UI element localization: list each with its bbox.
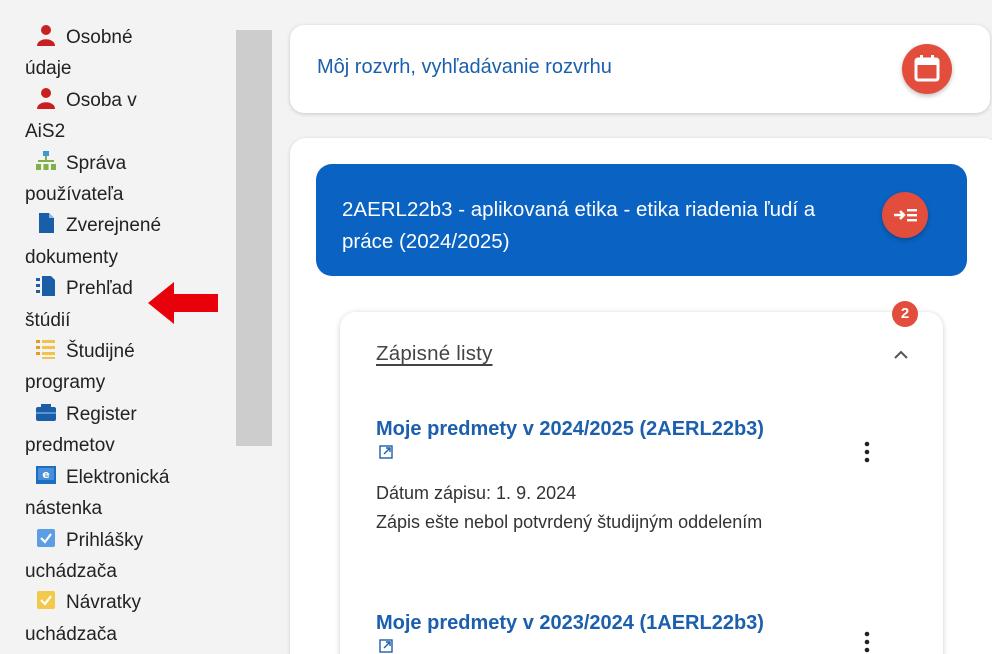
document-icon <box>39 213 54 234</box>
study-banner: 2AERL22b3 - aplikovaná etika - etika ria… <box>316 164 967 276</box>
sidebar-item-line1: Správa <box>25 148 240 179</box>
section-title-zapisne-listy[interactable]: Zápisné listy <box>376 342 493 366</box>
sidebar-item-line1: Prihlášky <box>25 525 240 556</box>
sidebar-item-label: Študijné <box>66 341 135 363</box>
more-options-icon[interactable] <box>864 440 870 464</box>
sidebar-item-label: Elektronická <box>66 466 170 488</box>
study-program-title: 2AERL22b3 - aplikovaná etika - etika ria… <box>342 198 816 253</box>
sidebar-item-label-cont: uchádzača <box>25 560 117 582</box>
sidebar-item-label-cont: predmetov <box>25 435 115 457</box>
enrollment-date: Dátum zápisu: 1. 9. 2024 <box>376 483 577 503</box>
chevron-up-icon[interactable] <box>892 348 910 360</box>
sidebar-item-label-cont: dokumenty <box>25 246 118 268</box>
sidebar-item-line1: Študijné <box>25 336 240 367</box>
count-badge: 2 <box>892 301 918 327</box>
study-overview-icon <box>36 276 55 297</box>
calendar-button[interactable] <box>902 44 952 94</box>
sidebar-item-line1: Návratky <box>25 587 240 618</box>
sidebar-item-label: Zverejnené <box>66 215 162 237</box>
sidebar-item-osobné[interactable]: Osobné údaje <box>25 22 240 85</box>
schedule-card[interactable]: Môj rozvrh, vyhľadávanie rozvrhu <box>290 25 990 113</box>
svg-text:e: e <box>42 468 49 481</box>
sidebar-item-label-cont: používateľa <box>25 184 124 206</box>
sidebar-item-elektronická[interactable]: e Elektronická nástenka <box>25 462 240 525</box>
person-icon <box>37 25 55 46</box>
sidebar-item-zverejnené[interactable]: Zverejnené dokumenty <box>25 210 240 273</box>
sidebar-item-label-cont: nástenka <box>25 498 103 520</box>
sidebar-item-label: Register <box>66 403 137 425</box>
enroll-action-button[interactable] <box>882 192 928 238</box>
more-options-icon[interactable] <box>864 630 870 654</box>
sidebar-item-line1: Osobné <box>25 22 240 53</box>
sidebar-item-label-cont: údaje <box>25 58 72 80</box>
sidebar-item-line1: e Elektronická <box>25 462 240 493</box>
sidebar-item-návratky[interactable]: Návratky uchádzača <box>25 587 240 650</box>
sidebar-item-správa[interactable]: Správa používateľa <box>25 148 240 211</box>
enrollment-link-2[interactable]: Moje predmety v 2023/2024 (1AERL22b3) <box>376 612 764 635</box>
sidebar-item-label: Správa <box>66 152 127 174</box>
schedule-link[interactable]: Môj rozvrh, vyhľadávanie rozvrhu <box>317 56 612 79</box>
sidebar-item-label: Návratky <box>66 592 141 614</box>
folder-icon <box>36 403 56 421</box>
calendar-icon <box>914 55 940 82</box>
red-arrow-icon <box>148 282 218 324</box>
sidebar-scrollbar[interactable] <box>236 30 272 446</box>
sidebar-item-label: Osoba v <box>66 89 137 111</box>
enrollment-link-1[interactable]: Moje predmety v 2024/2025 (2AERL22b3) <box>376 418 764 441</box>
sidebar-menu-list: Osobné údaje Osoba v AiS2 Správa používateľa Z… <box>25 22 240 650</box>
sidebar-item-line1: Osoba v <box>25 85 240 116</box>
e-board-icon: e <box>36 465 56 484</box>
sidebar-item-register[interactable]: Register predmetov <box>25 399 240 462</box>
sidebar-item-line1: Zverejnené <box>25 210 240 241</box>
sidebar-item-prihlášky[interactable]: Prihlášky uchádzača <box>25 525 240 588</box>
external-link-icon[interactable] <box>379 445 393 459</box>
person-icon <box>37 87 55 109</box>
external-link-icon[interactable] <box>379 639 393 653</box>
checkbox-yellow-icon <box>37 591 55 610</box>
sidebar-item-label-cont: uchádzača <box>25 623 117 645</box>
sidebar-item-line1: Register <box>25 399 240 430</box>
list-icon <box>36 340 55 360</box>
user-management-icon <box>36 150 56 170</box>
sidebar-item-label-cont: programy <box>25 372 106 394</box>
enrollment-info-1: Dátum zápisu: 1. 9. 2024 Zápis ešte nebo… <box>376 479 816 537</box>
arrow-list-icon <box>894 209 917 222</box>
sidebar-item-label: Prehľad <box>66 278 133 300</box>
sidebar-item-label: Prihlášky <box>66 529 144 551</box>
sidebar-item-študijné[interactable]: Študijné programy <box>25 336 240 399</box>
sidebar-item-label-cont: AiS2 <box>25 121 66 143</box>
checkbox-icon <box>37 528 55 547</box>
sidebar-item-osoba-v[interactable]: Osoba v AiS2 <box>25 85 240 148</box>
enrollment-status: Zápis ešte nebol potvrdený študijným odd… <box>376 512 763 532</box>
sidebar-item-label: Osobné <box>66 27 133 48</box>
